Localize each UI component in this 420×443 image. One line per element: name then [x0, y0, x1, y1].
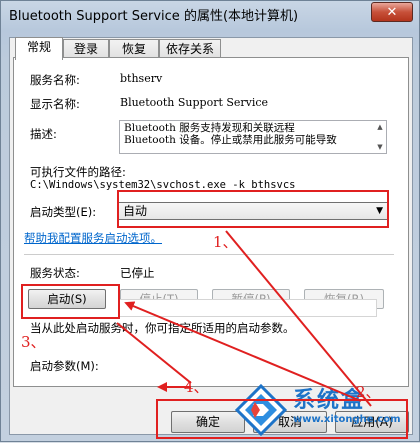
window-title: Bluetooth Support Service 的属性(本地计算机) — [9, 9, 299, 24]
start-params-label: 启动参数(M): — [30, 359, 99, 373]
tab-label: 登录 — [73, 42, 98, 56]
scroll-up-icon[interactable]: ▲ — [374, 121, 386, 133]
start-button[interactable]: 启动(S) — [28, 289, 106, 309]
help-configure-link[interactable]: 帮助我配置服务启动选项。 — [24, 230, 162, 246]
tab-dependencies[interactable]: 依存关系 — [159, 39, 221, 59]
description-line: Bluetooth 设备。停止或禁用此服务可能导致 — [124, 134, 337, 146]
divider — [24, 254, 394, 255]
tab-recovery[interactable]: 恢复 — [109, 39, 159, 59]
brand-name: 系统盒 — [293, 388, 366, 413]
tab-logon[interactable]: 登录 — [63, 39, 109, 59]
tab-label: 恢复 — [121, 42, 146, 56]
startup-type-label: 启动类型(E): — [30, 205, 97, 219]
properties-dialog: Bluetooth Support Service 的属性(本地计算机) ✕ 常… — [0, 0, 420, 442]
tab-label: 依存关系 — [165, 42, 214, 56]
annotation-1: 1、 — [213, 233, 238, 251]
exe-path-label: 可执行文件的路径: — [30, 165, 126, 179]
service-name-value: bthserv — [120, 72, 163, 85]
chevron-down-icon: ▼ — [376, 206, 383, 216]
description-label: 描述: — [30, 127, 57, 141]
tab-general[interactable]: 常规 — [15, 37, 63, 60]
display-name-value: Bluetooth Support Service — [120, 96, 269, 109]
description-box[interactable]: Bluetooth 服务支持发现和关联远程 Bluetooth 设备。停止或禁用… — [119, 120, 387, 154]
startup-type-select[interactable]: 自动 ▼ — [117, 202, 389, 220]
description-line: Bluetooth 服务支持发现和关联远程 — [124, 122, 295, 134]
close-icon: ✕ — [386, 4, 398, 20]
annotation-2: 2、 — [356, 383, 381, 401]
brand-url: www.xitonghe.com — [293, 414, 401, 425]
close-button[interactable]: ✕ — [371, 2, 413, 22]
display-name-label: 显示名称: — [30, 97, 80, 111]
general-tab-content: 服务名称: bthserv 显示名称: Bluetooth Support Se… — [13, 57, 409, 387]
exe-path-value: C:\Windows\system32\svchost.exe -k bthsv… — [30, 179, 296, 191]
brand-logo-icon — [234, 383, 288, 437]
start-params-hint: 当从此处启动服务时，你可指定所适用的启动参数。 — [30, 321, 295, 335]
annotation-4: 4、 — [184, 378, 209, 396]
service-status-value: 已停止 — [120, 266, 155, 280]
annotation-3: 3、 — [21, 333, 46, 351]
scroll-down-icon[interactable]: ▼ — [374, 141, 386, 153]
service-name-label: 服务名称: — [30, 73, 80, 87]
start-params-input[interactable] — [119, 299, 377, 317]
startup-type-value: 自动 — [123, 204, 148, 218]
tab-label: 常规 — [26, 40, 51, 54]
service-status-label: 服务状态: — [30, 266, 80, 280]
